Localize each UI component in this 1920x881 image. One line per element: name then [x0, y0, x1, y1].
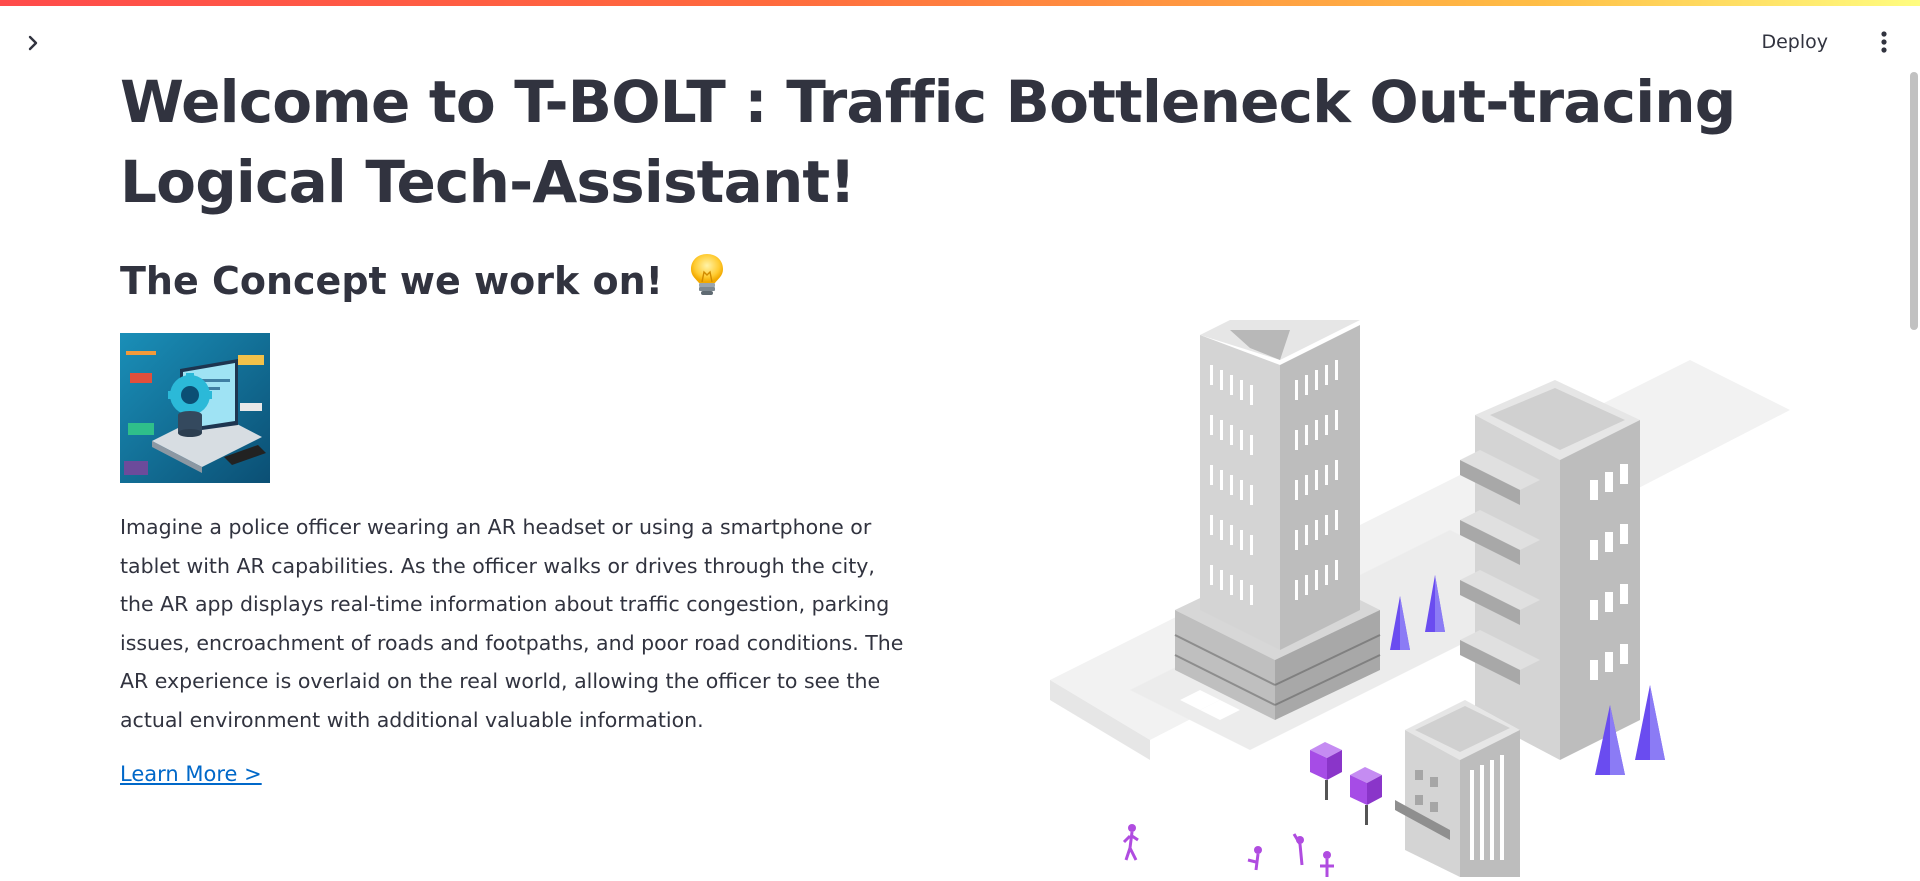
chevron-right-icon: [28, 35, 38, 51]
city-illustration: [1050, 320, 1790, 877]
learn-more-link[interactable]: Learn More >: [120, 762, 262, 786]
sidebar-toggle-button[interactable]: [18, 28, 48, 58]
section-heading-text: The Concept we work on!: [120, 259, 663, 303]
people: [1122, 824, 1334, 877]
purple-mailboxes: [1310, 742, 1382, 825]
vertical-scrollbar[interactable]: [1908, 72, 1920, 877]
concept-thumbnail-image: [120, 333, 270, 483]
deploy-button[interactable]: Deploy: [1751, 24, 1838, 60]
concept-description: Imagine a police officer wearing an AR h…: [120, 515, 904, 732]
main-content: Welcome to T-BOLT : Traffic Bottleneck O…: [120, 62, 1800, 786]
page-title: Welcome to T-BOLT : Traffic Bottleneck O…: [120, 68, 1736, 216]
section-heading: The Concept we work on!: [120, 252, 726, 311]
lightbulb-icon: [688, 252, 726, 311]
scrollbar-thumb[interactable]: [1910, 72, 1918, 330]
more-vertical-icon: [1881, 31, 1887, 53]
main-menu-button[interactable]: [1868, 26, 1900, 58]
